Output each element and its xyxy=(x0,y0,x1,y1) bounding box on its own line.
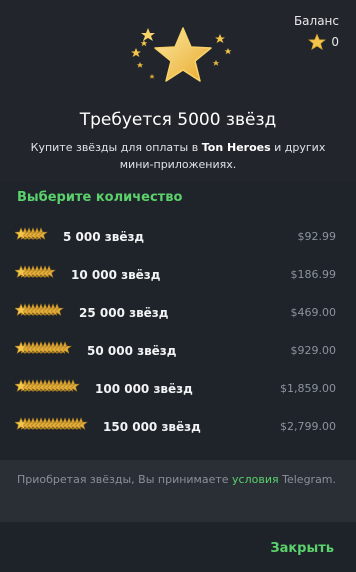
header-panel: Баланс 0 Требуется 5000 звёзд Купите звё… xyxy=(0,0,356,183)
option-price: $186.99 xyxy=(290,268,337,281)
star-icon xyxy=(308,33,327,50)
section-title: Выберите количество xyxy=(17,190,183,205)
option-label: 5 000 звёзд xyxy=(63,230,145,244)
page-title: Требуется 5000 звёзд xyxy=(79,110,277,130)
balance-widget: Баланс 0 xyxy=(294,14,339,51)
page-subtitle: Купите звёзды для оплаты в Ton Heroes и … xyxy=(28,139,328,173)
star-stack-icon xyxy=(15,341,72,354)
option-label: 100 000 звёзд xyxy=(95,382,193,396)
option-label: 10 000 звёзд xyxy=(71,268,161,282)
star-option-2[interactable]: 10 000 звёзд $186.99 xyxy=(0,256,356,294)
star-option-5[interactable]: 100 000 звёзд $1,859.00 xyxy=(0,370,356,408)
option-price: $92.99 xyxy=(297,230,337,243)
balance-label: Баланс xyxy=(293,14,339,28)
subtitle-app-name: Ton Heroes xyxy=(201,141,271,154)
star-stack-icon xyxy=(15,417,88,430)
option-price: $1,859.00 xyxy=(280,382,336,395)
star-stack-icon xyxy=(15,303,64,316)
terms-post: Telegram. xyxy=(278,473,337,486)
close-button[interactable]: Закрыть xyxy=(270,541,334,556)
option-label: 150 000 звёзд xyxy=(103,420,201,434)
star-option-4[interactable]: 50 000 звёзд $929.00 xyxy=(0,332,356,370)
star-stack-icon xyxy=(15,227,48,240)
terms-link[interactable]: условия xyxy=(232,473,279,486)
star-stack-icon xyxy=(15,379,80,392)
star-option-3[interactable]: 25 000 звёзд $469.00 xyxy=(0,294,356,332)
balance-value: 0 xyxy=(331,35,339,49)
option-label: 25 000 звёзд xyxy=(79,306,169,320)
stars-hero-icon xyxy=(131,27,232,82)
star-stack-icon xyxy=(15,265,56,278)
balance-row: 0 xyxy=(294,33,339,51)
option-price: $469.00 xyxy=(290,306,337,319)
options-section: Выберите количество 5 000 звёзд $92.99 10 … xyxy=(0,183,356,460)
terms-pre: Приобретая звёзды, Вы принимаете xyxy=(17,473,233,486)
star-option-1[interactable]: 5 000 звёзд $92.99 xyxy=(0,218,356,256)
star-option-6[interactable]: 150 000 звёзд $2,799.00 xyxy=(0,408,356,446)
subtitle-text: Купите звёзды для оплаты в xyxy=(30,141,202,154)
option-price: $2,799.00 xyxy=(280,420,336,433)
option-label: 50 000 звёзд xyxy=(87,344,177,358)
option-price: $929.00 xyxy=(290,344,337,357)
terms-text: Приобретая звёзды, Вы принимаете условия… xyxy=(17,471,337,488)
terms-footer: Приобретая звёзды, Вы принимаете условия… xyxy=(0,460,356,522)
